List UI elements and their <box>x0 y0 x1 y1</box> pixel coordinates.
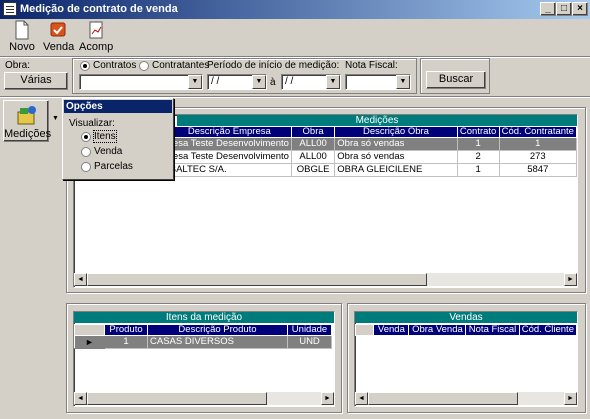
scroll-thumb[interactable] <box>87 273 427 286</box>
contratos-label: Contratos <box>93 60 137 71</box>
chevron-down-icon: ▼ <box>396 75 410 89</box>
medicoes-icon <box>17 106 36 125</box>
col-unidade[interactable]: Unidade <box>287 324 332 336</box>
parcelas-radio[interactable] <box>81 162 91 172</box>
cell: CASAS DIVERSOS <box>147 335 288 349</box>
contratantes-radio[interactable] <box>139 61 149 71</box>
acomp-label: Acomp <box>79 41 114 53</box>
col-descricao-empresa[interactable]: Descrição Empresa <box>166 126 292 138</box>
cell: OBRA GLEICILENE <box>334 163 458 177</box>
obra-label: Obra: <box>5 60 31 71</box>
opcoes-popup: Opções Visualizar: Itens Venda Parcelas <box>62 98 174 180</box>
minimize-button[interactable]: _ <box>540 2 556 16</box>
col-cod-contratante[interactable]: Cód. Contratante <box>498 126 577 138</box>
contratantes-label: Contratantes <box>152 60 210 71</box>
date-to-field[interactable]: / / ▼ <box>281 74 341 90</box>
cell: 5847 <box>498 163 577 177</box>
scroll-left-icon[interactable]: ◄ <box>74 273 87 286</box>
venda-button[interactable]: Venda <box>43 20 75 54</box>
contrato-select[interactable]: ▼ <box>79 74 203 90</box>
scroll-right-icon[interactable]: ► <box>321 392 334 405</box>
opcoes-title: Opções <box>64 100 172 113</box>
buscar-button[interactable]: Buscar <box>426 71 486 89</box>
medicoes-button[interactable]: Medições <box>3 100 52 142</box>
maximize-button[interactable]: □ <box>556 2 572 16</box>
cell: 2 <box>456 150 500 164</box>
col-obra-venda[interactable]: Obra Venda <box>408 324 467 336</box>
cell: 1 <box>498 137 577 151</box>
cell: Obra só vendas <box>334 150 458 164</box>
row-indicator-icon: ► <box>74 335 105 349</box>
cell: 273 <box>498 150 577 164</box>
itens-title: Itens da medição <box>74 312 334 323</box>
col-venda[interactable]: Venda <box>373 324 410 336</box>
app-icon <box>3 2 17 16</box>
acomp-icon <box>89 21 103 39</box>
nota-fiscal-select[interactable]: ▼ <box>345 74 411 90</box>
medicoes-title: Medições <box>177 115 577 126</box>
cell: ALL00 <box>290 137 336 151</box>
vendas-table: Venda Obra Venda Nota Fiscal Cód. Client… <box>355 324 577 336</box>
col-descricao-produto[interactable]: Descrição Produto <box>147 324 288 336</box>
itens-option-label[interactable]: Itens <box>93 130 117 143</box>
col-descricao-obra[interactable]: Descrição Obra <box>334 126 458 138</box>
col-obra[interactable]: Obra <box>290 126 336 138</box>
chevron-down-icon: ▼ <box>252 75 266 89</box>
venda-label: Venda <box>43 41 75 53</box>
vendas-title: Vendas <box>355 312 577 323</box>
col-nota-fiscal[interactable]: Nota Fiscal <box>465 324 520 336</box>
cell: UND <box>287 335 332 349</box>
visualizar-label: Visualizar: <box>69 118 115 129</box>
cell: ALL00 <box>290 150 336 164</box>
parcelas-option-label[interactable]: Parcelas <box>94 161 133 172</box>
date-from-field[interactable]: / / ▼ <box>207 74 267 90</box>
scroll-left-icon[interactable]: ◄ <box>74 392 87 405</box>
cell: OBGLE <box>290 163 336 177</box>
vendas-grid[interactable]: Vendas Venda Obra Venda Nota Fiscal Cód.… <box>354 311 578 407</box>
venda-radio[interactable] <box>81 147 91 157</box>
medicoes-button-label: Medições <box>4 128 52 140</box>
medicoes-hscroll[interactable]: ◄ ► <box>74 273 577 286</box>
window-title: Medição de contrato de venda <box>20 3 178 15</box>
itens-radio[interactable] <box>81 132 91 142</box>
scroll-right-icon[interactable]: ► <box>564 392 577 405</box>
itens-grid[interactable]: Itens da medição Produto Descrição Produ… <box>73 311 335 407</box>
cell: 1 <box>456 163 500 177</box>
table-row[interactable]: ► 1 CASAS DIVERSOS UND <box>74 335 332 349</box>
cell: resa Teste Desenvolvimento <box>166 137 292 151</box>
itens-hscroll[interactable]: ◄ ► <box>74 392 334 405</box>
acomp-button[interactable]: Acomp <box>79 20 113 54</box>
col-produto[interactable]: Produto <box>104 324 148 336</box>
novo-label: Novo <box>9 41 35 53</box>
close-button[interactable]: × <box>572 2 588 16</box>
new-document-icon <box>15 20 29 40</box>
title-bar: Medição de contrato de venda _ □ × <box>0 0 590 19</box>
scroll-left-icon[interactable]: ◄ <box>355 392 368 405</box>
obra-varias-button[interactable]: Várias <box>4 72 68 90</box>
vendas-hscroll[interactable]: ◄ ► <box>355 392 577 405</box>
cell: BALTEC S/A. <box>166 163 292 177</box>
cell: 1 <box>456 137 500 151</box>
chevron-down-icon: ▼ <box>326 75 340 89</box>
itens-table: Produto Descrição Produto Unidade ► 1 CA… <box>74 324 332 349</box>
scroll-thumb[interactable] <box>368 392 518 405</box>
scroll-right-icon[interactable]: ► <box>564 273 577 286</box>
scroll-thumb[interactable] <box>87 392 267 405</box>
chevron-down-icon[interactable]: ▼ <box>52 115 59 122</box>
nota-fiscal-label: Nota Fiscal: <box>345 60 398 71</box>
venda-option-label[interactable]: Venda <box>94 146 122 157</box>
periodo-label: Período de início de medição: <box>207 60 340 71</box>
contratos-radio[interactable] <box>80 61 90 71</box>
cell: Obra só vendas <box>334 137 458 151</box>
venda-icon <box>50 22 66 37</box>
chevron-down-icon: ▼ <box>188 75 202 89</box>
ate-label: à <box>270 77 276 88</box>
cell: 1 <box>104 335 148 349</box>
novo-button[interactable]: Novo <box>8 20 36 54</box>
cell: resa Teste Desenvolvimento <box>166 150 292 164</box>
col-cod-cliente[interactable]: Cód. Cliente <box>518 324 577 336</box>
col-contrato[interactable]: Contrato <box>456 126 500 138</box>
